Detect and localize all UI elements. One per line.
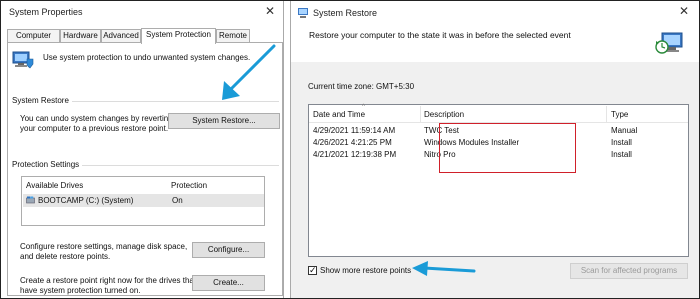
table-row[interactable]: 4/21/2021 12:19:38 PM Nitro Pro Install xyxy=(309,149,688,161)
system-restore-window: System Restore ✕ Restore your computer t… xyxy=(290,1,699,298)
scan-for-affected-programs-button[interactable]: Scan for affected programs xyxy=(570,263,688,279)
configure-button[interactable]: Configure... xyxy=(192,242,265,258)
window-title: System Properties xyxy=(9,7,83,17)
column-header-description[interactable]: Description xyxy=(424,110,464,119)
row-description: Windows Modules Installer xyxy=(424,138,520,147)
row-type: Install xyxy=(611,150,632,159)
system-protection-icon xyxy=(12,51,34,69)
tab-hardware[interactable]: Hardware xyxy=(60,29,101,43)
close-icon[interactable]: ✕ xyxy=(265,4,275,18)
row-date: 4/26/2021 4:21:25 PM xyxy=(313,138,392,147)
row-description: TWC Test xyxy=(424,126,459,135)
tab-computer-name[interactable]: Computer Name xyxy=(7,29,60,52)
configure-desc-line2: and delete restore points. xyxy=(20,252,111,261)
system-restore-icon xyxy=(655,32,683,54)
column-header-type[interactable]: Type xyxy=(611,110,628,119)
drives-list[interactable]: Available Drives Protection BOOTCAMP (C:… xyxy=(21,176,265,226)
restore-heading: Restore your computer to the state it wa… xyxy=(309,30,571,40)
tab-system-protection[interactable]: System Protection xyxy=(141,28,216,44)
row-type: Install xyxy=(611,138,632,147)
show-more-restore-points-label[interactable]: Show more restore points xyxy=(320,266,411,275)
create-button[interactable]: Create... xyxy=(192,275,265,291)
checkmark-icon: ✓ xyxy=(309,265,317,275)
show-more-restore-points-checkbox[interactable]: ✓ xyxy=(308,265,317,275)
window-title: System Restore xyxy=(313,8,378,18)
column-header-date-and-time[interactable]: Date and Time xyxy=(313,110,365,119)
current-time-zone: Current time zone: GMT+5:30 xyxy=(308,82,415,91)
annotation-arrow-show-more xyxy=(412,261,476,276)
list-header: ^ Date and Time Description Type xyxy=(309,104,688,123)
drive-protection-status: On xyxy=(172,196,183,205)
configure-desc-line1: Configure restore settings, manage disk … xyxy=(20,242,188,251)
protection-settings-group-label: Protection Settings xyxy=(12,160,83,169)
restore-points-list[interactable]: ^ Date and Time Description Type 4/29/20… xyxy=(308,104,689,257)
create-desc-line2: have system protection turned on. xyxy=(20,286,141,295)
system-restore-header: System Restore ✕ Restore your computer t… xyxy=(291,1,699,62)
row-type: Manual xyxy=(611,126,638,135)
system-restore-title-icon xyxy=(298,8,308,18)
row-description: Nitro Pro xyxy=(424,150,456,159)
row-date: 4/29/2021 11:59:14 AM xyxy=(313,126,396,135)
close-icon[interactable]: ✕ xyxy=(679,4,689,18)
tab-advanced[interactable]: Advanced xyxy=(101,29,141,43)
drive-name: BOOTCAMP (C:) (System) xyxy=(38,196,134,205)
table-row[interactable]: 4/29/2021 11:59:14 AM TWC Test Manual xyxy=(309,125,688,137)
column-header-protection[interactable]: Protection xyxy=(171,181,207,190)
column-header-available-drives[interactable]: Available Drives xyxy=(26,181,83,190)
column-separator[interactable] xyxy=(606,106,607,122)
hard-drive-icon xyxy=(26,196,35,204)
system-restore-button[interactable]: System Restore... xyxy=(168,113,280,129)
system-properties-titlebar: System Properties ✕ xyxy=(1,1,283,23)
drive-row[interactable]: BOOTCAMP (C:) (System) On xyxy=(23,194,264,207)
system-restore-desc-line2: your computer to a previous restore poin… xyxy=(20,124,169,133)
system-restore-group-label: System Restore xyxy=(12,96,72,105)
row-date: 4/21/2021 12:19:38 PM xyxy=(313,150,397,159)
table-row[interactable]: 4/26/2021 4:21:25 PM Windows Modules Ins… xyxy=(309,137,688,149)
create-desc-line1: Create a restore point right now for the… xyxy=(20,276,197,285)
system-restore-desc-line1: You can undo system changes by reverting xyxy=(20,114,173,123)
annotation-arrow-system-restore xyxy=(222,44,276,100)
column-separator[interactable] xyxy=(420,106,421,122)
